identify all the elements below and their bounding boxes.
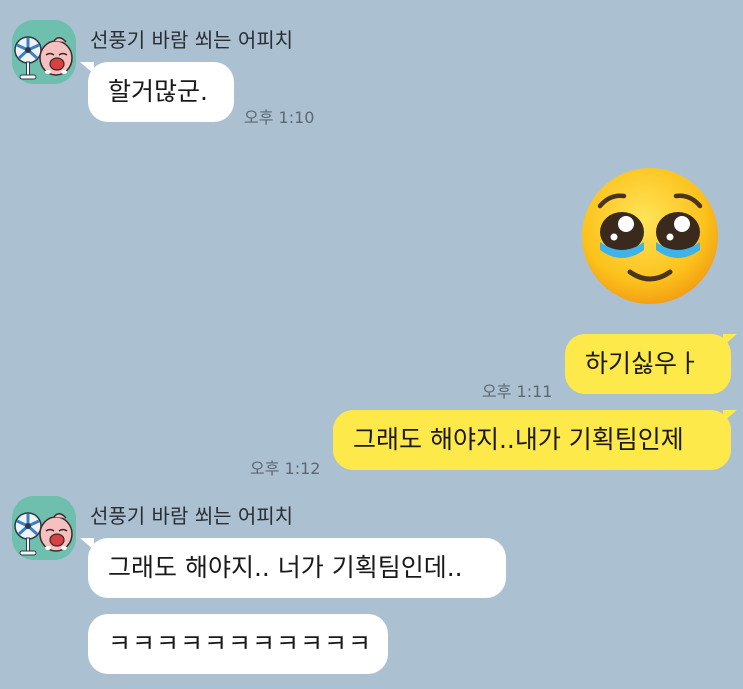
outgoing-message-bubble[interactable]: 하기싫우ㅏ <box>565 334 731 394</box>
sent-emoji[interactable] <box>580 166 720 306</box>
apeach-fan-avatar-icon <box>12 496 76 560</box>
sender-name: 선풍기 바람 쐬는 어피치 <box>90 504 294 528</box>
incoming-message-bubble[interactable]: ㅋㅋㅋㅋㅋㅋㅋㅋㅋㅋㅋ <box>88 614 388 674</box>
bubble-tail <box>723 410 737 422</box>
bubble-tail <box>723 334 737 346</box>
outgoing-message-bubble[interactable]: 그래도 해야지..내가 기획팀인제 <box>333 410 731 470</box>
pleading-face-emoji-icon <box>582 168 718 304</box>
message-timestamp: 오후 1:11 <box>482 382 553 401</box>
sender-avatar[interactable] <box>12 20 76 84</box>
incoming-message-bubble[interactable]: 그래도 해야지.. 너가 기획팀인데.. <box>88 538 506 598</box>
incoming-message-bubble[interactable]: 할거많군. <box>88 62 234 122</box>
message-timestamp: 오후 1:10 <box>244 108 315 127</box>
message-timestamp: 오후 1:12 <box>250 459 321 478</box>
apeach-fan-avatar-icon <box>12 20 76 84</box>
sender-name: 선풍기 바람 쐬는 어피치 <box>90 28 294 52</box>
sender-avatar[interactable] <box>12 496 76 560</box>
